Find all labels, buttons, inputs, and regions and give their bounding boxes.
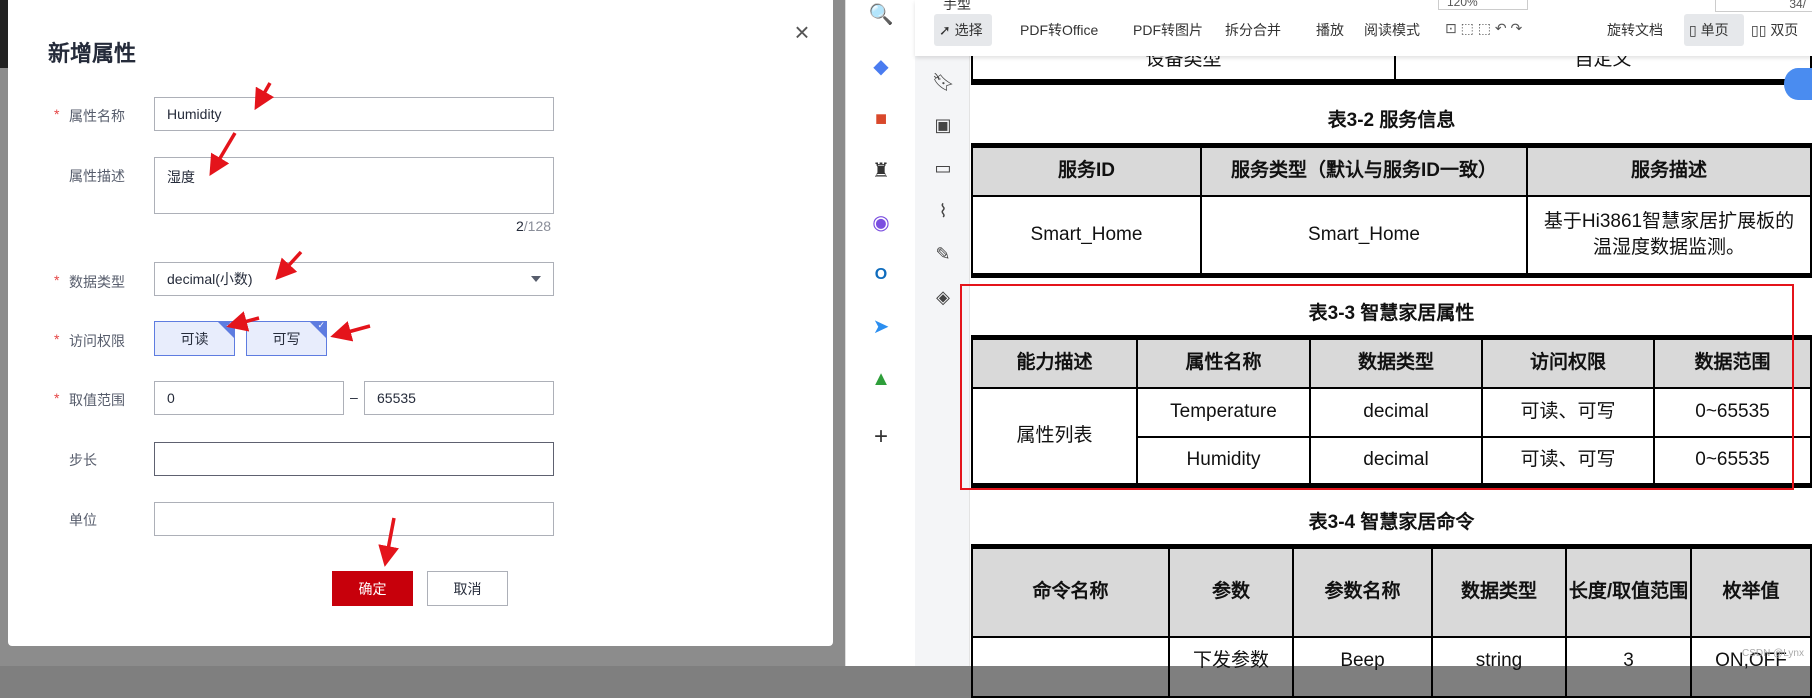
pdf-to-image-button[interactable]: PDF转图片 <box>1133 20 1203 40</box>
tag-icon[interactable]: ◆ <box>868 54 894 80</box>
unit-input[interactable] <box>154 502 554 536</box>
outlook-icon[interactable]: O <box>868 262 894 288</box>
add-property-dialog: 新增属性 × * 属性名称 Humidity 属性描述 湿度 2/128 * 数… <box>8 0 833 646</box>
double-page-button[interactable]: ▯▯ 双页 <box>1751 20 1798 40</box>
range-label: 取值范围 <box>69 392 125 408</box>
toolbox-icon[interactable]: ■ <box>868 106 894 132</box>
type-label: 数据类型 <box>69 274 125 290</box>
hand-tool[interactable]: 手型 <box>943 0 971 14</box>
read-mode-button[interactable]: 阅读模式 <box>1364 20 1420 40</box>
service-table: 服务ID 服务类型（默认与服务ID一致） 服务描述 Smart_Home Smart_… <box>971 143 1812 278</box>
range-max-input[interactable]: 65535 <box>364 381 554 415</box>
zoom-field[interactable]: 120% <box>1438 0 1528 10</box>
background-header <box>0 0 8 68</box>
watermark: CSDN @Lynx <box>1741 648 1804 659</box>
access-write-toggle[interactable]: 可写 ✓ <box>246 321 327 356</box>
data-type-select[interactable]: decimal(小数) <box>154 262 554 296</box>
chess-icon[interactable]: ♜ <box>868 158 894 184</box>
close-icon[interactable]: × <box>788 18 816 46</box>
pdf-to-office-button[interactable]: PDF转Office <box>1020 20 1098 40</box>
data-type-value: decimal(小数) <box>167 271 253 287</box>
play-button[interactable]: 播放 <box>1316 20 1344 40</box>
caret-down-icon <box>531 276 541 282</box>
char-counter: 2/128 <box>516 218 552 234</box>
step-label: 步长 <box>69 452 97 468</box>
dialog-title: 新增属性 <box>48 41 137 66</box>
property-desc-textarea[interactable]: 湿度 <box>154 157 554 214</box>
range-min-input[interactable]: 0 <box>154 381 344 415</box>
range-separator: – <box>350 389 358 405</box>
split-merge-button[interactable]: 拆分合并 <box>1225 20 1281 40</box>
comment-icon[interactable]: ▭ <box>932 157 954 179</box>
property-name-input[interactable]: Humidity <box>154 97 554 131</box>
required-mark: * <box>54 390 60 406</box>
tree-icon[interactable]: ▲ <box>868 366 894 392</box>
select-tool[interactable]: ➚ 选择 <box>939 20 983 40</box>
desc-label: 属性描述 <box>69 168 125 184</box>
required-mark: * <box>54 272 60 288</box>
cancel-button[interactable]: 取消 <box>427 571 508 606</box>
required-mark: * <box>54 331 60 347</box>
view-icons[interactable]: ⊡ ⬚ ⬚ ↶ ↷ <box>1445 20 1522 37</box>
float-tool-icon[interactable] <box>1784 68 1812 100</box>
table-row: 下发参数 Beep string 3 ON,OFF <box>971 635 1812 698</box>
access-read-toggle[interactable]: 可读 ✓ <box>154 321 235 356</box>
check-icon: ✓ <box>225 321 233 330</box>
unit-label: 单位 <box>69 512 97 528</box>
annotation-highlight-box <box>960 284 1794 490</box>
pdf-toolbar: 手型 ➚ 选择 PDF转Office PDF转图片 拆分合并 播放 阅读模式 1… <box>915 0 1812 56</box>
page-number-field[interactable]: 34/ <box>1715 0 1812 12</box>
image-icon[interactable]: ▣ <box>932 114 954 136</box>
send-icon[interactable]: ➤ <box>868 314 894 340</box>
table-3-2-title: 表3-2 服务信息 <box>1327 110 1456 131</box>
confirm-button[interactable]: 确定 <box>332 571 413 606</box>
bookmark-icon[interactable]: 🔖︎ <box>932 71 955 93</box>
table-3-4-title: 表3-4 智慧家居命令 <box>1308 512 1475 533</box>
command-table: 命令名称 参数 参数名称 数据类型 长度/取值范围 枚举值 下发参数 Beep string 3… <box>971 544 1812 698</box>
name-label: 属性名称 <box>69 108 125 124</box>
access-label: 访问权限 <box>69 333 125 349</box>
layers-icon[interactable]: ◈ <box>932 286 954 308</box>
step-input[interactable] <box>154 442 554 476</box>
add-icon[interactable]: + <box>868 424 894 450</box>
copilot-icon[interactable]: ◉ <box>868 210 894 236</box>
rotate-button[interactable]: 旋转文档 <box>1607 20 1663 40</box>
attachment-icon[interactable]: ⌇ <box>932 200 954 222</box>
single-page-button[interactable]: ▯ 单页 <box>1689 20 1729 40</box>
check-icon: ✓ <box>317 321 325 330</box>
required-mark: * <box>54 106 60 122</box>
search-icon[interactable]: 🔍 <box>868 2 894 28</box>
sign-icon[interactable]: ✎ <box>932 243 954 265</box>
browser-sidebar: 🔍 ◆ ■ ♜ ◉ O ➤ ▲ + <box>845 0 915 666</box>
